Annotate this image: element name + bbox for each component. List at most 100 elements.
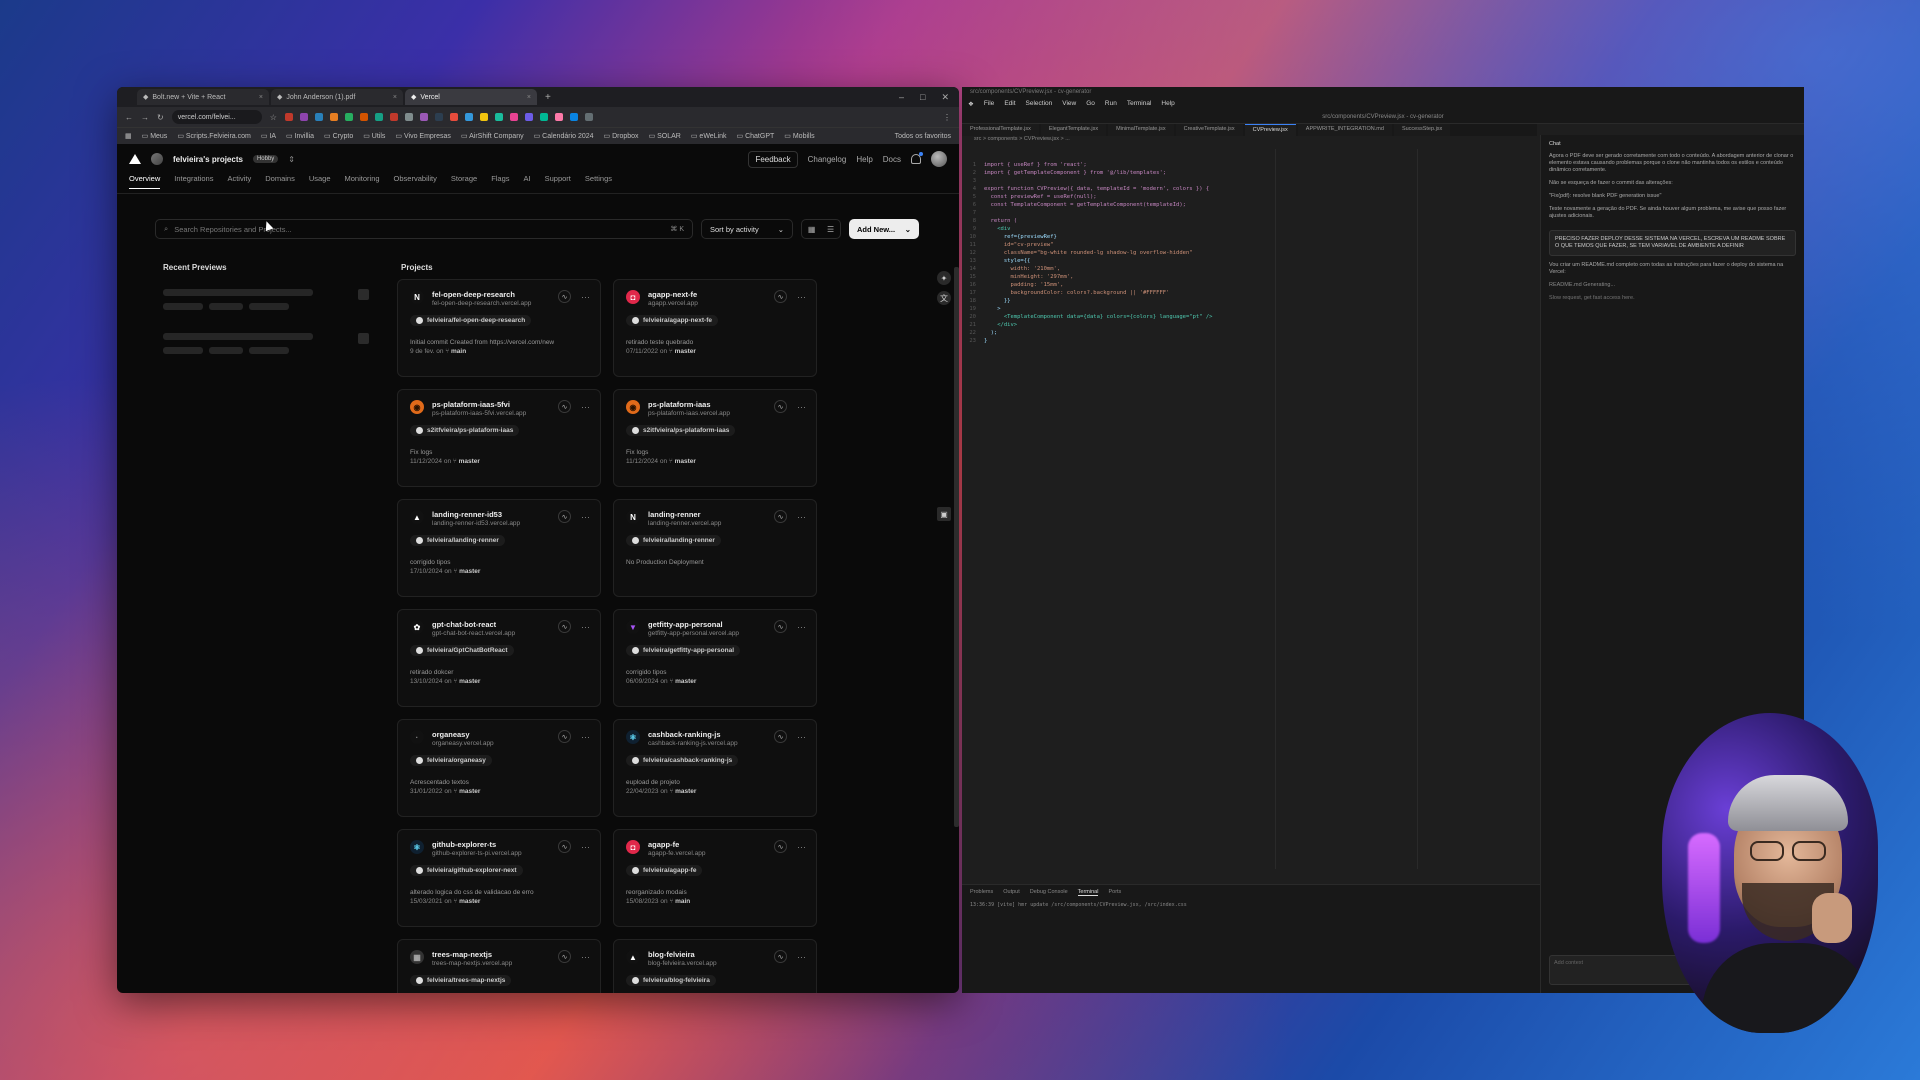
- more-options-icon[interactable]: ···: [797, 292, 806, 302]
- project-repo-link[interactable]: felvieira/agapp-next-fe: [626, 315, 718, 326]
- more-options-icon[interactable]: ···: [581, 842, 590, 852]
- activity-icon[interactable]: ∿: [774, 620, 787, 633]
- command-center[interactable]: src/components/CVPreview.jsx - cv-genera…: [962, 110, 1804, 124]
- bookmark-item[interactable]: ▭ Utils: [363, 132, 385, 140]
- project-url[interactable]: ps-plataform-iaas-5fvi.vercel.app: [432, 410, 526, 417]
- page-scrollbar[interactable]: [954, 267, 959, 827]
- browser-tab[interactable]: ◆ Bolt.new + Vite + React ×: [137, 89, 269, 105]
- extension-icon[interactable]: [374, 113, 383, 121]
- bookmark-item[interactable]: ▭ Crypto: [324, 132, 353, 140]
- project-url[interactable]: ps-plataform-iaas.vercel.app: [648, 410, 730, 417]
- more-options-icon[interactable]: ···: [797, 732, 806, 742]
- bookmark-item[interactable]: ▭ AirShift Company: [461, 132, 524, 140]
- project-repo-link[interactable]: felvieira/github-explorer-next: [410, 865, 523, 876]
- project-name[interactable]: fel-open-deep-research: [432, 290, 531, 299]
- project-url[interactable]: trees-map-nextjs.vercel.app: [432, 960, 512, 967]
- project-name[interactable]: landing-renner-id53: [432, 510, 520, 519]
- ai-assistant-icon[interactable]: ✦: [937, 271, 951, 285]
- activity-icon[interactable]: ∿: [558, 950, 571, 963]
- maximize-icon[interactable]: □: [920, 92, 925, 103]
- help-link[interactable]: Help: [856, 155, 872, 164]
- project-name[interactable]: gpt-chat-bot-react: [432, 620, 515, 629]
- project-url[interactable]: getfitty-app-personal.vercel.app: [648, 630, 739, 637]
- tab-integrations[interactable]: Integrations: [174, 174, 213, 188]
- tab-support[interactable]: Support: [545, 174, 571, 188]
- project-card[interactable]: ⚛ cashback-ranking-js cashback-ranking-js.…: [613, 719, 817, 817]
- project-url[interactable]: blog-felvieira.vercel.app: [648, 960, 717, 967]
- extension-icon[interactable]: [284, 113, 293, 121]
- project-repo-link[interactable]: felvieira/cashback-ranking-js: [626, 755, 739, 766]
- project-card[interactable]: ◘ agapp-fe agapp-fe.vercel.app ∿ ··· felvieir…: [613, 829, 817, 927]
- editor-tab[interactable]: APPWRITE_INTEGRATION.md: [1297, 124, 1392, 136]
- tab-settings[interactable]: Settings: [585, 174, 612, 188]
- extension-icon[interactable]: [299, 113, 308, 121]
- sort-select[interactable]: Sort by activity ⌄: [701, 219, 793, 239]
- project-repo-link[interactable]: s2itfvieira/ps-plataform-iaas: [410, 425, 520, 436]
- project-repo-link[interactable]: felvieira/landing-renner: [626, 535, 721, 546]
- team-name[interactable]: felvieira's projects: [173, 155, 243, 164]
- activity-icon[interactable]: ∿: [774, 840, 787, 853]
- collapse-icon[interactable]: ▣: [937, 507, 951, 521]
- activity-icon[interactable]: ∿: [558, 840, 571, 853]
- minimize-icon[interactable]: –: [899, 92, 904, 103]
- tab-activity[interactable]: Activity: [227, 174, 251, 188]
- view-toggle[interactable]: ▦ ☰: [801, 219, 841, 239]
- add-new-button[interactable]: Add New... ⌄: [849, 219, 919, 239]
- bookmark-item[interactable]: ▭ Invillia: [286, 132, 314, 140]
- project-repo-link[interactable]: felvieira/trees-map-nextjs: [410, 975, 512, 986]
- tab-overview[interactable]: Overview: [129, 174, 161, 189]
- project-url[interactable]: agapp.vercel.app: [648, 300, 698, 307]
- editor-tab[interactable]: CVPreview.jsx: [1244, 124, 1296, 136]
- activity-icon[interactable]: ∿: [558, 620, 571, 633]
- team-switcher-icon[interactable]: ⇕: [288, 155, 295, 164]
- extension-icon[interactable]: [509, 113, 518, 121]
- editor-tab[interactable]: ElegantTemplate.jsx: [1040, 124, 1107, 136]
- project-card[interactable]: Nfel-open-deep-research fel-open-deep-res…: [397, 279, 601, 377]
- project-card[interactable]: ◉ ps-plataform-iaas ps-plataform-iaas.verc…: [613, 389, 817, 487]
- activity-icon[interactable]: ∿: [774, 730, 787, 743]
- bookmark-item[interactable]: ▭ Mobills: [784, 132, 814, 140]
- activity-icon[interactable]: ∿: [558, 290, 571, 303]
- feedback-button[interactable]: Feedback: [748, 150, 798, 168]
- project-card[interactable]: ▲ landing-renner-id53 landing-renner-id53.…: [397, 499, 601, 597]
- project-name[interactable]: cashback-ranking-js: [648, 730, 738, 739]
- more-options-icon[interactable]: ···: [581, 952, 590, 962]
- menu-run[interactable]: Run: [1105, 100, 1117, 107]
- tab-usage[interactable]: Usage: [309, 174, 331, 188]
- project-card[interactable]: Nlanding-renner landing-renner.vercel.app…: [613, 499, 817, 597]
- more-options-icon[interactable]: ···: [797, 512, 806, 522]
- bookmark-item[interactable]: ▭ IA: [261, 132, 276, 140]
- project-name[interactable]: trees-map-nextjs: [432, 950, 512, 959]
- project-card[interactable]: ▼ getfitty-app-personal getfitty-app-perso…: [613, 609, 817, 707]
- panel-tab[interactable]: Problems: [970, 889, 993, 896]
- close-icon[interactable]: ×: [259, 94, 263, 101]
- menu-file[interactable]: File: [984, 100, 994, 107]
- activity-icon[interactable]: ∿: [774, 400, 787, 413]
- panel-tab[interactable]: Debug Console: [1030, 889, 1068, 896]
- bookmark-item[interactable]: ▭ Dropbox: [604, 132, 639, 140]
- user-avatar[interactable]: [931, 151, 947, 167]
- bookmark-item[interactable]: ▭ SOLAR: [649, 132, 681, 140]
- panel-tab[interactable]: Output: [1003, 889, 1020, 896]
- activity-icon[interactable]: ∿: [558, 730, 571, 743]
- changelog-link[interactable]: Changelog: [808, 155, 847, 164]
- panel-tab[interactable]: Terminal: [1077, 889, 1099, 896]
- browser-tab[interactable]: ◆ John Anderson (1).pdf ×: [271, 89, 403, 105]
- menu-help[interactable]: Help: [1161, 100, 1174, 107]
- bookmark-item[interactable]: ▭ Meus: [142, 132, 168, 140]
- url-field[interactable]: vercel.com/felvei...: [171, 110, 262, 124]
- menu-go[interactable]: Go: [1086, 100, 1095, 107]
- back-icon[interactable]: ←: [125, 113, 133, 122]
- extension-icon[interactable]: [329, 113, 338, 121]
- extension-icon[interactable]: [494, 113, 503, 121]
- editor-tab[interactable]: SuccessStep.jsx: [1393, 124, 1451, 136]
- extension-icon[interactable]: [434, 113, 443, 121]
- project-url[interactable]: fel-open-deep-research.vercel.app: [432, 300, 531, 307]
- more-options-icon[interactable]: ···: [797, 402, 806, 412]
- more-options-icon[interactable]: ···: [797, 622, 806, 632]
- new-tab-icon[interactable]: +: [545, 92, 551, 103]
- editor-tab[interactable]: MinimalTemplate.jsx: [1108, 124, 1174, 136]
- project-url[interactable]: gpt-chat-bot-react.vercel.app: [432, 630, 515, 637]
- bookmark-item[interactable]: ▭ Scripts.Felvieira.com: [177, 132, 251, 140]
- menu-edit[interactable]: Edit: [1004, 100, 1015, 107]
